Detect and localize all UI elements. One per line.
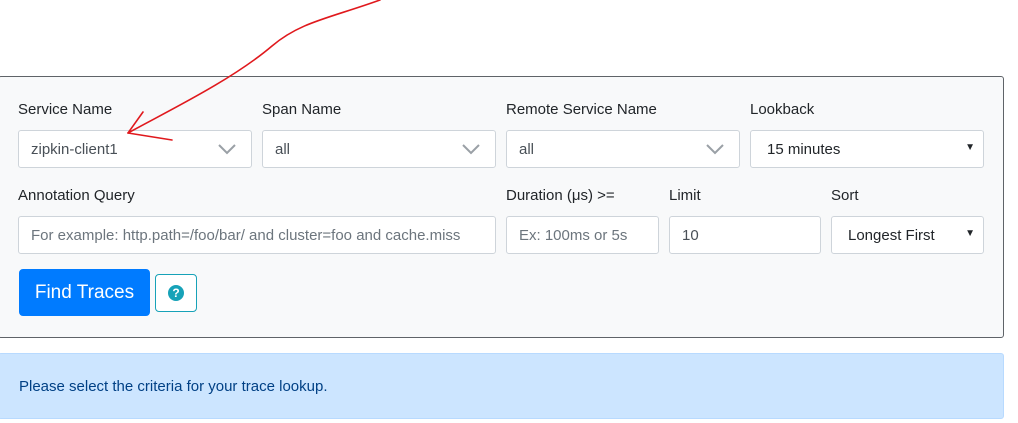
duration-input[interactable]: Ex: 100ms or 5s — [506, 216, 659, 254]
remote-service-name-label: Remote Service Name — [506, 101, 657, 118]
span-name-select[interactable]: all — [262, 130, 496, 168]
sort-select[interactable]: Longest First ▼ — [831, 216, 984, 254]
chevron-down-icon — [462, 144, 480, 155]
caret-down-icon: ▼ — [965, 142, 975, 153]
annotation-query-label: Annotation Query — [18, 187, 135, 204]
sort-value: Longest First — [848, 226, 935, 244]
limit-value: 10 — [682, 226, 699, 244]
annotation-query-input[interactable]: For example: http.path=/foo/bar/ and clu… — [18, 216, 496, 254]
annotation-query-placeholder: For example: http.path=/foo/bar/ and clu… — [31, 226, 461, 244]
info-message: Please select the criteria for your trac… — [19, 377, 328, 395]
duration-placeholder: Ex: 100ms or 5s — [519, 226, 628, 244]
chevron-down-icon — [218, 144, 236, 155]
lookback-label: Lookback — [750, 101, 815, 118]
question-circle-icon: ? — [168, 285, 184, 301]
help-button[interactable]: ? — [155, 274, 197, 312]
service-name-label: Service Name — [18, 101, 113, 118]
lookback-value: 15 minutes — [767, 140, 841, 158]
find-traces-button[interactable]: Find Traces — [19, 269, 150, 316]
limit-input[interactable]: 10 — [669, 216, 821, 254]
caret-down-icon: ▼ — [965, 228, 975, 239]
remote-service-name-select[interactable]: all — [506, 130, 740, 168]
info-alert: Please select the criteria for your trac… — [0, 353, 1004, 419]
span-name-label: Span Name — [262, 101, 342, 118]
span-name-value: all — [275, 140, 291, 158]
trace-search-panel: Service Name Span Name Remote Service Na… — [0, 76, 1004, 338]
limit-label: Limit — [669, 187, 701, 204]
remote-service-name-value: all — [519, 140, 535, 158]
chevron-down-icon — [706, 144, 724, 155]
service-name-value: zipkin-client1 — [31, 140, 118, 158]
sort-label: Sort — [831, 187, 859, 204]
service-name-select[interactable]: zipkin-client1 — [18, 130, 252, 168]
duration-label: Duration (μs) >= — [506, 187, 615, 204]
lookback-select[interactable]: 15 minutes ▼ — [750, 130, 984, 168]
